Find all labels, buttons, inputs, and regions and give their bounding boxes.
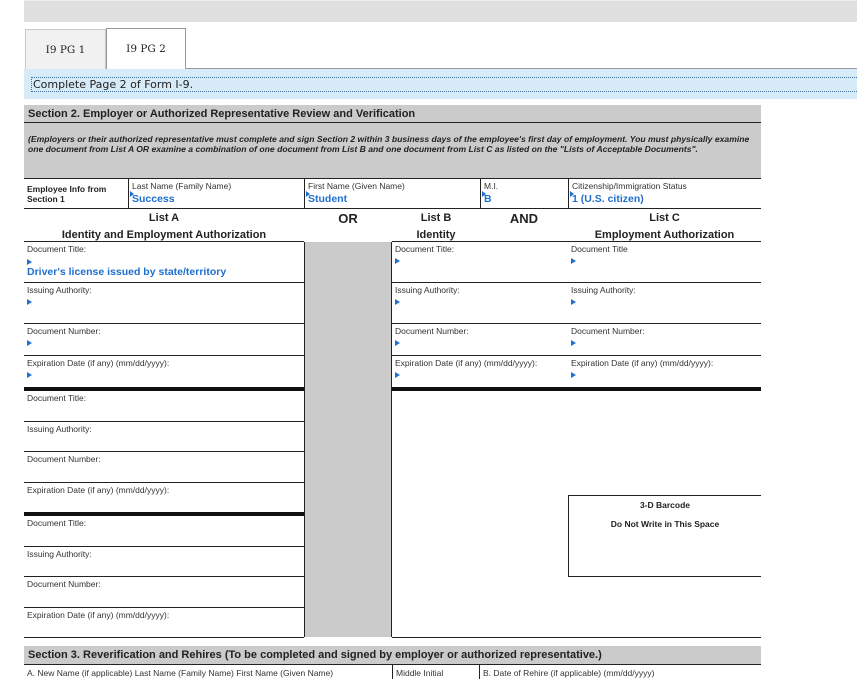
- instruction-text: Complete Page 2 of Form I-9.: [31, 77, 857, 92]
- list-a-doc2-document-number-field[interactable]: Document Number:: [24, 452, 304, 483]
- list-c-issuing-authority-field[interactable]: Issuing Authority:: [568, 283, 761, 324]
- middle-initial-label: Middle Initial: [392, 665, 443, 679]
- barcode-subtitle: Do Not Write in This Space: [610, 519, 720, 529]
- field-marker-icon: [571, 372, 576, 378]
- expiration-date-label: Expiration Date (if any) (mm/dd/yyyy):: [27, 485, 170, 495]
- expiration-date-label: Expiration Date (if any) (mm/dd/yyyy):: [27, 610, 170, 620]
- last-name-value[interactable]: Success: [129, 191, 304, 205]
- list-c-document-number-field[interactable]: Document Number:: [568, 324, 761, 356]
- doc-separator: [392, 387, 761, 391]
- list-a-doc2-expiration-field[interactable]: Expiration Date (if any) (mm/dd/yyyy):: [24, 483, 304, 513]
- tab-i9-pg-1[interactable]: I9 PG 1: [25, 29, 106, 69]
- rehire-date-label: B. Date of Rehire (if applicable) (mm/dd…: [479, 665, 654, 679]
- citizenship-label: Citizenship/Immigration Status: [572, 181, 687, 191]
- field-marker-icon: [27, 372, 32, 378]
- expiration-date-label: Expiration Date (if any) (mm/dd/yyyy):: [571, 358, 714, 368]
- field-marker-icon: [27, 340, 32, 346]
- list-a-doc2-title-field[interactable]: Document Title:: [24, 391, 304, 422]
- document-title-label: Document Title: [571, 244, 628, 254]
- list-a-subtitle: Identity and Employment Authorization: [61, 229, 267, 241]
- field-marker-icon: [571, 299, 576, 305]
- list-c-title-field[interactable]: Document Title: [568, 242, 761, 283]
- document-number-label: Document Number:: [395, 326, 469, 336]
- expiration-date-label: Expiration Date (if any) (mm/dd/yyyy):: [27, 358, 170, 368]
- list-a-doc3-expiration-field[interactable]: Expiration Date (if any) (mm/dd/yyyy):: [24, 608, 304, 638]
- divider: [392, 637, 761, 638]
- middle-initial-value[interactable]: B: [481, 191, 568, 205]
- first-name-value[interactable]: Student: [305, 191, 480, 205]
- list-c-expiration-field[interactable]: Expiration Date (if any) (mm/dd/yyyy):: [568, 356, 761, 388]
- list-b-subtitle: Identity: [416, 229, 456, 241]
- list-b-title-field[interactable]: Document Title:: [392, 242, 568, 283]
- field-marker-icon: [571, 340, 576, 346]
- list-a-doc1-title-field[interactable]: Document Title: Driver's license issued …: [24, 242, 304, 283]
- list-a-doc1-expiration-field[interactable]: Expiration Date (if any) (mm/dd/yyyy):: [24, 356, 304, 388]
- employee-info-row: Employee Info from Section 1 Last Name (…: [24, 178, 761, 209]
- list-a-doc3-title-field[interactable]: Document Title:: [24, 516, 304, 547]
- document-title-label: Document Title:: [27, 244, 87, 254]
- list-a-doc2-issuing-authority-field[interactable]: Issuing Authority:: [24, 422, 304, 452]
- field-marker-icon: [395, 258, 400, 264]
- section2-instructions: (Employers or their authorized represent…: [24, 123, 761, 178]
- field-marker-icon: [571, 258, 576, 264]
- document-number-label: Document Number:: [571, 326, 645, 336]
- document-number-label: Document Number:: [27, 579, 101, 589]
- citizenship-value[interactable]: 1 (U.S. citizen): [569, 191, 761, 205]
- expiration-date-label: Expiration Date (if any) (mm/dd/yyyy):: [395, 358, 538, 368]
- document-number-label: Document Number:: [27, 454, 101, 464]
- field-marker-icon: [395, 340, 400, 346]
- first-name-field[interactable]: First Name (Given Name) Student: [304, 179, 480, 208]
- or-label: OR: [338, 211, 358, 226]
- document-number-label: Document Number:: [27, 326, 101, 336]
- instruction-bar: Complete Page 2 of Form I-9.: [24, 69, 857, 99]
- issuing-authority-label: Issuing Authority:: [571, 285, 636, 295]
- issuing-authority-label: Issuing Authority:: [27, 424, 92, 434]
- middle-initial-field[interactable]: M.I. B: [480, 179, 568, 208]
- list-a-title: List A: [148, 212, 180, 224]
- and-label: AND: [509, 211, 539, 226]
- last-name-label: Last Name (Family Name): [132, 181, 232, 191]
- barcode-area: 3-D Barcode Do Not Write in This Space: [568, 495, 761, 577]
- list-a-doc3-document-number-field[interactable]: Document Number:: [24, 577, 304, 608]
- citizenship-field[interactable]: Citizenship/Immigration Status 1 (U.S. c…: [568, 179, 761, 208]
- document-title-label: Document Title:: [27, 393, 87, 403]
- barcode-title: 3-D Barcode: [639, 500, 691, 510]
- employee-info-label: Employee Info from Section 1: [27, 184, 107, 204]
- section2-title: Section 2. Employer or Authorized Repres…: [24, 105, 761, 123]
- field-marker-icon: [395, 299, 400, 305]
- section3-title: Section 3. Reverification and Rehires (T…: [24, 646, 761, 665]
- section3-fields-row: A. New Name (if applicable) Last Name (F…: [24, 665, 761, 680]
- tab-i9-pg-2[interactable]: I9 PG 2: [106, 28, 186, 69]
- list-b-document-number-field[interactable]: Document Number:: [392, 324, 568, 356]
- issuing-authority-label: Issuing Authority:: [27, 285, 92, 295]
- list-c-title: List C: [649, 212, 680, 224]
- middle-initial-label: M.I.: [484, 181, 499, 191]
- tab-bar: I9 PG 1 I9 PG 2: [25, 28, 186, 69]
- field-marker-icon: [395, 372, 400, 378]
- issuing-authority-label: Issuing Authority:: [395, 285, 460, 295]
- list-b-expiration-field[interactable]: Expiration Date (if any) (mm/dd/yyyy):: [392, 356, 568, 388]
- or-separator-column: [304, 242, 392, 637]
- list-b-title: List B: [420, 212, 452, 224]
- employee-info-label-cell: Employee Info from Section 1: [24, 179, 128, 208]
- list-a-doc1-document-number-field[interactable]: Document Number:: [24, 324, 304, 356]
- field-marker-icon: [27, 299, 32, 305]
- document-title-label: Document Title:: [395, 244, 455, 254]
- document-title-label: Document Title:: [27, 518, 87, 528]
- list-a-doc3-issuing-authority-field[interactable]: Issuing Authority:: [24, 547, 304, 577]
- last-name-field[interactable]: Last Name (Family Name) Success: [128, 179, 304, 208]
- list-c-subtitle: Employment Authorization: [594, 229, 735, 241]
- list-a-doc1-title-value[interactable]: Driver's license issued by state/territo…: [24, 265, 304, 278]
- list-a-doc1-issuing-authority-field[interactable]: Issuing Authority:: [24, 283, 304, 324]
- issuing-authority-label: Issuing Authority:: [27, 549, 92, 559]
- new-name-label: A. New Name (if applicable) Last Name (F…: [27, 668, 334, 678]
- list-b-issuing-authority-field[interactable]: Issuing Authority:: [392, 283, 568, 324]
- top-toolbar: [24, 0, 857, 22]
- first-name-label: First Name (Given Name): [308, 181, 405, 191]
